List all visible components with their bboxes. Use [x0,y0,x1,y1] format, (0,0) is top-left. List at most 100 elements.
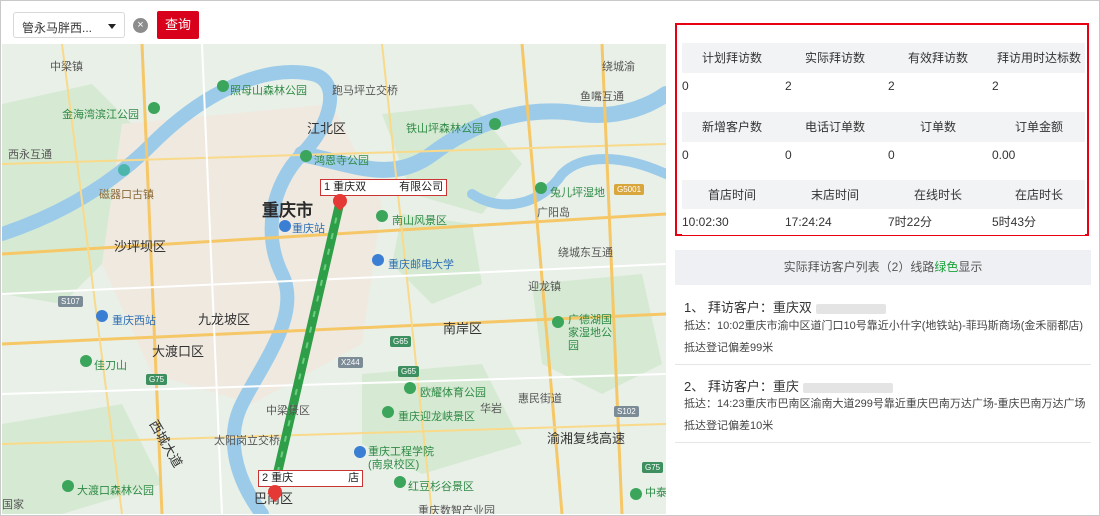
visit-item-deviation: 抵达登记偏差99米 [684,342,774,354]
stat-value: 0 [682,79,689,93]
train-station-icon [279,220,291,232]
stats-header-row: 新增客户数 电话订单数 订单数 订单金额 [682,112,1085,142]
park-icon [535,182,547,194]
map-label: 九龙坡区 [198,312,251,327]
road-tag: S102 [614,406,639,417]
salesperson-select[interactable]: 管永马胖西... [13,12,125,38]
map-label: 红豆杉谷景区 [408,481,474,493]
map-label: 迎龙镇 [528,281,561,293]
visit-item-title: 2、 拜访客户：重庆 [684,376,893,395]
map-label: 江北区 [307,121,347,136]
map-label: 中梁景区 [266,405,310,417]
map-label: 中梁镇 [50,61,83,73]
road-tag: G75 [146,374,168,385]
query-button[interactable]: 查询 [157,11,199,39]
park-icon [489,118,501,130]
caret-down-icon [108,24,116,29]
stats-header-row: 计划拜访数 实际拜访数 有效拜访数 拜访用时达标数 [682,43,1085,73]
road-tag: G65 [398,366,420,377]
map-label: 重庆邮电大学 [388,259,454,271]
stats-value-row: 10:02:30 17:24:24 7时22分 5时43分 [682,209,1085,235]
road-tag: G75 [642,462,664,473]
salesperson-select-value: 管永马胖西... [22,21,93,35]
park-icon [376,210,388,222]
school-icon [354,446,366,458]
map-label: 绕城渝 [602,61,635,73]
map-label: 广阳岛 [537,207,570,219]
stat-value: 0 [682,148,689,162]
park-icon [630,488,642,500]
visit-item-deviation: 抵达登记偏差10米 [684,420,774,432]
park-icon [382,406,394,418]
map-label: 磁器口古镇 [99,189,154,201]
map-label: 沙坪坝区 [114,239,167,254]
map-label: 佳刀山 [94,360,127,372]
stat-value: 17:24:24 [785,215,832,229]
clear-icon[interactable]: × [133,18,148,33]
visit-list-item[interactable]: 2、 拜访客户：重庆 抵达：14:23重庆市巴南区渝南大道299号靠近重庆巴南万… [675,369,1091,441]
stat-header: 首店时间 [707,188,756,202]
stat-value: 5时43分 [992,215,1037,229]
park-icon [148,102,160,114]
stats-value-row: 0 0 0 0.00 [682,142,1085,168]
stat-header: 实际拜访数 [804,51,865,65]
stat-value: 0 [785,148,792,162]
road-tag: X244 [338,357,363,368]
visit-stats-panel: 计划拜访数 实际拜访数 有效拜访数 拜访用时达标数 0 2 2 2 新增客户数 … [675,23,1089,236]
map-label: 重庆西站 [112,315,156,327]
map-label: 大渡口区 [152,344,205,359]
visit-list-title-green: 绿色 [934,260,959,274]
visit-list-item[interactable]: 1、 拜访客户：重庆双 抵达：10:02重庆市渝中区道门口10号靠近小什字(地铁… [675,290,1091,360]
stat-value: 0 [888,148,895,162]
map-label: 鱼嘴互通 [580,91,624,103]
road-tag: G5001 [614,184,645,195]
visit-list-title-prefix: 实际拜访客户列表（2）线路 [783,260,935,274]
map-label: 跑马坪立交桥 [332,85,398,97]
visit-list-title-suffix: 显示 [958,260,983,274]
list-divider [675,442,1091,443]
road-tag: G65 [390,336,412,347]
map-label: 绕城东互通 [558,247,613,259]
park-icon [62,480,74,492]
visit-item-title-text: 2、 拜访客户：重庆 [684,379,799,394]
map-label: 广德湖国家湿地公园 [568,314,612,352]
map-label: 南岸区 [443,321,483,336]
map-label: 重庆工程学院(南泉校区) [368,446,434,471]
map-label: 照母山森林公园 [230,85,307,97]
stat-header: 末店时间 [810,188,859,202]
map-label: 金海湾滨江公园 [62,109,139,121]
stat-value: 2 [785,79,792,93]
map-label: 铁山坪森林公园 [406,123,483,135]
stat-header: 新增客户数 [701,120,762,134]
map-label: 中泰 [645,487,666,499]
stats-header-row: 首店时间 末店时间 在线时长 在店时长 [682,180,1085,210]
map-label: 重庆市 [262,201,313,220]
visit-item-title-text: 1、 拜访客户：重庆双 [684,300,812,315]
visit-item-arrive: 抵达：14:23重庆市巴南区渝南大道299号靠近重庆巴南万达广场-重庆巴南万达广… [684,398,1086,410]
redacted-name [815,303,886,314]
train-station-icon [96,310,108,322]
park-icon [552,316,564,328]
route-map[interactable]: 中梁镇 金海湾滨江公园 照母山森林公园 跑马坪立交桥 江北区 铁山坪森林公园 鱼… [2,44,666,514]
map-label: 重庆数智产业园 [418,505,495,514]
stat-value: 2 [992,79,999,93]
road-tag: S107 [58,296,83,307]
stat-header: 计划拜访数 [701,51,762,65]
map-label: 鸿恩寺公园 [314,155,369,167]
stat-header: 订单数 [919,120,956,134]
visit-item-arrive: 抵达：10:02重庆市渝中区道门口10号靠近小什字(地铁站)-菲玛斯商场(金禾丽… [684,320,1084,332]
stat-header: 电话订单数 [804,120,865,134]
stat-header: 订单金额 [1014,120,1063,134]
map-label: 兔儿坪湿地 [550,187,605,199]
stat-value: 7时22分 [888,215,933,229]
map-label: 重庆迎龙峡景区 [398,411,475,423]
landmark-icon [118,164,130,176]
stat-header: 有效拜访数 [907,51,968,65]
stat-value: 2 [888,79,895,93]
park-icon [80,355,92,367]
map-label: 欧耀体育公园 [420,387,486,399]
map-label: 重庆站 [292,223,325,235]
park-icon [404,382,416,394]
stat-header: 在店时长 [1014,188,1063,202]
map-label: 南山风景区 [392,215,447,227]
